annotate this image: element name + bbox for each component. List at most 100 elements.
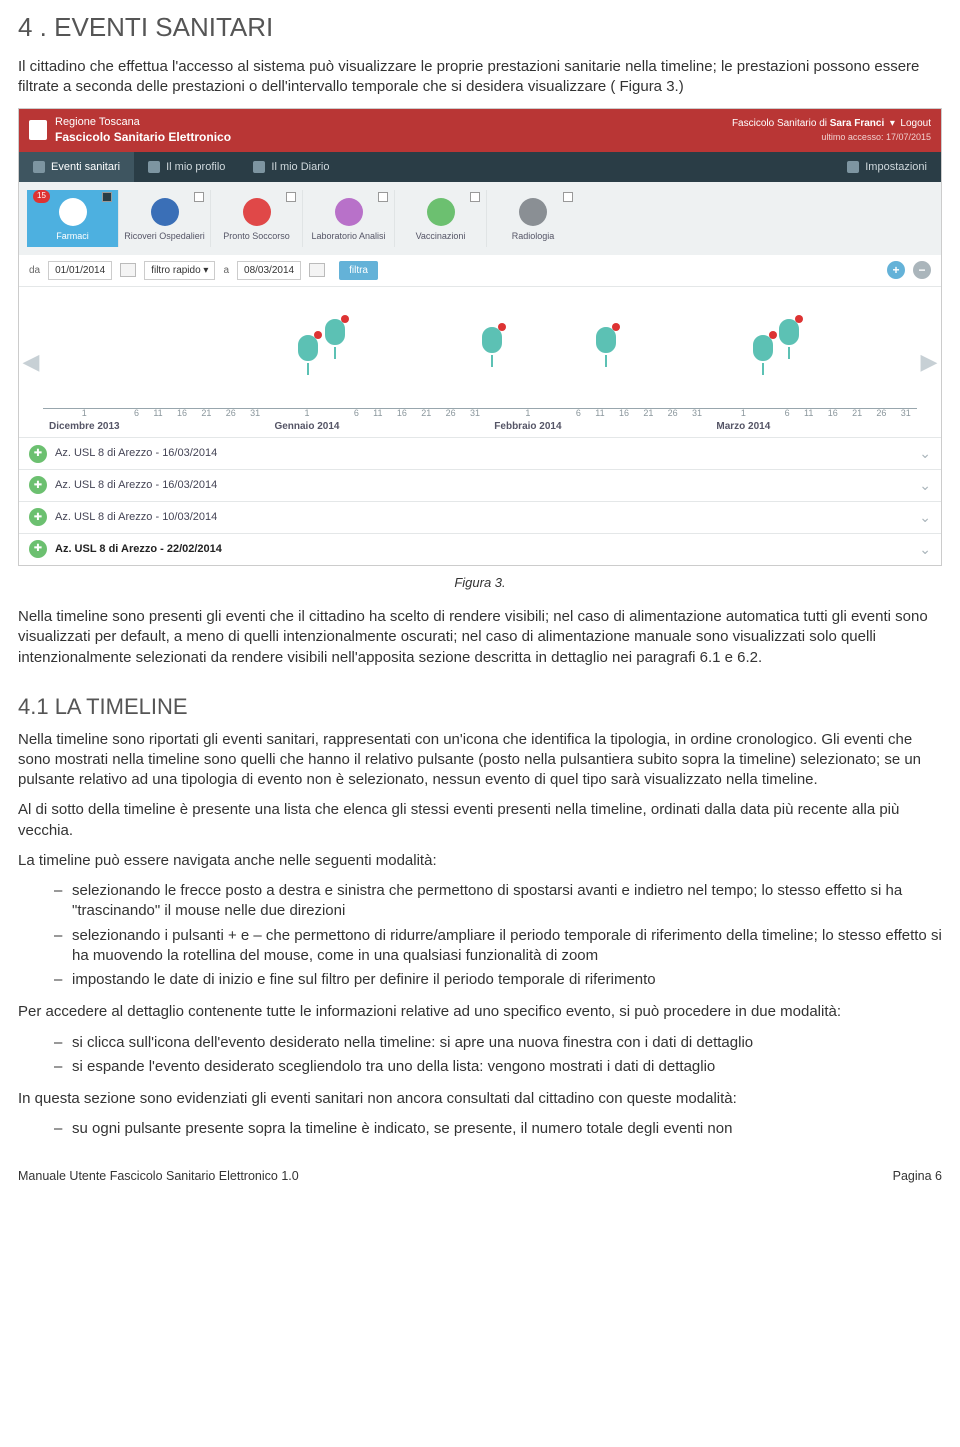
page-footer: Manuale Utente Fascicolo Sanitario Elett… xyxy=(18,1168,942,1185)
event-type-icon: ✚ xyxy=(29,445,47,463)
filter-vaccinazioni[interactable]: Vaccinazioni xyxy=(395,190,487,246)
filtra-button[interactable]: filtra xyxy=(339,261,378,281)
section-heading: 4.1 LA TIMELINE xyxy=(18,692,942,722)
tab-mio-diario[interactable]: Il mio Diario xyxy=(239,152,343,183)
tab-label: Il mio profilo xyxy=(166,160,225,175)
lab-icon xyxy=(335,198,363,226)
paragraph: La timeline può essere navigata anche ne… xyxy=(18,851,942,871)
timeline-tick: 1Febbraio 2014 xyxy=(494,407,561,433)
filter-ricoveri[interactable]: Ricoveri Ospedalieri xyxy=(119,190,211,246)
event-type-icon: ✚ xyxy=(29,476,47,494)
date-to-input[interactable]: 08/03/2014 xyxy=(237,261,301,281)
timeline-markers xyxy=(43,307,917,377)
timeline-tick: 6 xyxy=(134,407,139,433)
event-row[interactable]: ✚ Az. USL 8 di Arezzo - 22/02/2014⌄ xyxy=(19,533,941,565)
header-last-access: ultimo accesso: 17/07/2015 xyxy=(732,131,931,143)
event-row-text: Az. USL 8 di Arezzo - 16/03/2014 xyxy=(55,446,919,461)
chevron-down-icon[interactable]: ⌄ xyxy=(919,476,931,495)
timeline-event-marker[interactable] xyxy=(751,333,775,363)
timeline-prev-arrow[interactable]: ◀ xyxy=(19,287,43,437)
logout-link[interactable]: Logout xyxy=(900,118,931,129)
unread-dot-icon xyxy=(769,331,777,339)
radiology-icon xyxy=(519,198,547,226)
timeline: ◀ 1Dicembre 2013611162126311Gennaio 2014… xyxy=(19,287,941,437)
event-row-text: Az. USL 8 di Arezzo - 22/02/2014 xyxy=(55,542,919,557)
timeline-event-marker[interactable] xyxy=(296,333,320,363)
event-row[interactable]: ✚ Az. USL 8 di Arezzo - 16/03/2014⌄ xyxy=(19,437,941,469)
profile-icon xyxy=(148,161,160,173)
unread-dot-icon xyxy=(498,323,506,331)
filter-checkbox[interactable] xyxy=(563,192,573,202)
timeline-tick: 16 xyxy=(177,407,187,433)
timeline-event-marker[interactable] xyxy=(480,325,504,355)
filter-pronto-soccorso[interactable]: Pronto Soccorso xyxy=(211,190,303,246)
filter-checkbox[interactable] xyxy=(102,192,112,202)
intro-paragraph: Il cittadino che effettua l'accesso al s… xyxy=(18,57,942,98)
filter-laboratorio[interactable]: Laboratorio Analisi xyxy=(303,190,395,246)
calendar-icon[interactable] xyxy=(120,263,136,277)
filter-radiologia[interactable]: Radiologia xyxy=(487,190,579,246)
filter-checkbox[interactable] xyxy=(378,192,388,202)
timeline-tick: 26 xyxy=(226,407,236,433)
filter-label: Laboratorio Analisi xyxy=(305,230,392,242)
unread-dot-icon xyxy=(314,331,322,339)
event-type-icon: ✚ xyxy=(29,540,47,558)
list-item: selezionando le frecce posto a destra e … xyxy=(54,881,942,922)
event-row-text: Az. USL 8 di Arezzo - 16/03/2014 xyxy=(55,478,919,493)
chevron-down-icon[interactable]: ▾ xyxy=(890,118,895,129)
zoom-out-button[interactable]: − xyxy=(913,261,931,279)
header-title: Fascicolo Sanitario Elettronico xyxy=(55,129,231,145)
timeline-month-label: Febbraio 2014 xyxy=(494,421,561,432)
unread-dot-icon xyxy=(612,323,620,331)
paragraph: Al di sotto della timeline è presente un… xyxy=(18,800,942,841)
list-item: si clicca sull'icona dell'evento desider… xyxy=(54,1033,942,1053)
label-a: a xyxy=(223,264,229,278)
unread-dot-icon xyxy=(341,315,349,323)
filter-checkbox[interactable] xyxy=(286,192,296,202)
event-list: ✚Az. USL 8 di Arezzo - 16/03/2014⌄✚Az. U… xyxy=(19,437,941,565)
filter-checkbox[interactable] xyxy=(194,192,204,202)
timeline-event-marker[interactable] xyxy=(323,317,347,347)
date-filter-bar: da 01/01/2014 filtro rapido ▾ a 08/03/20… xyxy=(19,255,941,288)
chevron-down-icon[interactable]: ⌄ xyxy=(919,540,931,559)
tab-impostazioni[interactable]: Impostazioni xyxy=(833,152,941,183)
timeline-tick: 11 xyxy=(153,407,162,433)
calendar-icon[interactable] xyxy=(309,263,325,277)
timeline-tick: 31 xyxy=(901,407,911,433)
vaccine-icon xyxy=(427,198,455,226)
filter-label: Pronto Soccorso xyxy=(213,230,300,242)
timeline-tick: 21 xyxy=(201,407,211,433)
label-da: da xyxy=(29,264,40,278)
zoom-in-button[interactable]: + xyxy=(887,261,905,279)
bullet-list: su ogni pulsante presente sopra la timel… xyxy=(18,1119,942,1139)
select-label: filtro rapido xyxy=(151,265,200,276)
timeline-month-label: Marzo 2014 xyxy=(716,421,770,432)
event-row[interactable]: ✚ Az. USL 8 di Arezzo - 16/03/2014⌄ xyxy=(19,469,941,501)
list-item: su ogni pulsante presente sopra la timel… xyxy=(54,1119,942,1139)
tab-label: Il mio Diario xyxy=(271,160,329,175)
paragraph: Nella timeline sono presenti gli eventi … xyxy=(18,607,942,668)
filter-checkbox[interactable] xyxy=(470,192,480,202)
tab-bar: Eventi sanitari Il mio profilo Il mio Di… xyxy=(19,152,941,183)
event-row[interactable]: ✚Az. USL 8 di Arezzo - 10/03/2014⌄ xyxy=(19,501,941,533)
tab-label: Eventi sanitari xyxy=(51,160,120,175)
timeline-event-marker[interactable] xyxy=(594,325,618,355)
chevron-down-icon[interactable]: ⌄ xyxy=(919,444,931,463)
date-from-input[interactable]: 01/01/2014 xyxy=(48,261,112,281)
pill-icon xyxy=(59,198,87,226)
timeline-next-arrow[interactable]: ▶ xyxy=(917,287,941,437)
timeline-month-label: Dicembre 2013 xyxy=(49,421,120,432)
footer-right: Pagina 6 xyxy=(893,1168,942,1185)
rapid-filter-select[interactable]: filtro rapido ▾ xyxy=(144,261,215,281)
paragraph: Per accedere al dettaglio contenente tut… xyxy=(18,1002,942,1022)
filter-badge: 15 xyxy=(33,190,50,203)
timeline-tick: 16 xyxy=(397,407,407,433)
chevron-down-icon[interactable]: ⌄ xyxy=(919,508,931,527)
timeline-tick: 21 xyxy=(643,407,653,433)
header-owner-prefix: Fascicolo Sanitario di xyxy=(732,118,830,129)
tab-eventi-sanitari[interactable]: Eventi sanitari xyxy=(19,152,134,183)
filter-farmaci[interactable]: 15 Farmaci xyxy=(27,190,119,246)
tab-mio-profilo[interactable]: Il mio profilo xyxy=(134,152,239,183)
timeline-event-marker[interactable] xyxy=(777,317,801,347)
filter-label: Farmaci xyxy=(29,230,116,242)
